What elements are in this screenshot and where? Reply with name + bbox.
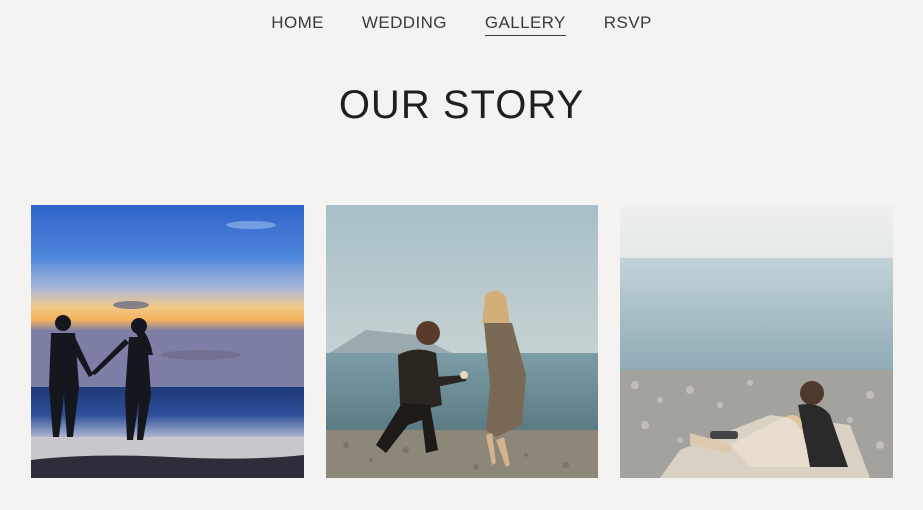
gallery-photo-sunset-couple[interactable] bbox=[31, 205, 304, 478]
nav-gallery[interactable]: GALLERY bbox=[484, 12, 566, 36]
picnic-image bbox=[620, 205, 893, 478]
main-nav: HOME WEDDING GALLERY RSVP bbox=[0, 12, 923, 36]
sunset-couple-image bbox=[31, 205, 304, 478]
nav-wedding[interactable]: WEDDING bbox=[362, 12, 447, 36]
page: HOME WEDDING GALLERY RSVP OUR STORY bbox=[0, 0, 923, 510]
page-title: OUR STORY bbox=[338, 83, 585, 127]
gallery-photo-picnic[interactable] bbox=[620, 205, 893, 478]
photo-gallery bbox=[31, 205, 893, 478]
nav-rsvp[interactable]: RSVP bbox=[604, 12, 652, 36]
nav-home[interactable]: HOME bbox=[271, 12, 324, 36]
gallery-photo-proposal[interactable] bbox=[326, 205, 598, 478]
proposal-image bbox=[326, 205, 598, 478]
